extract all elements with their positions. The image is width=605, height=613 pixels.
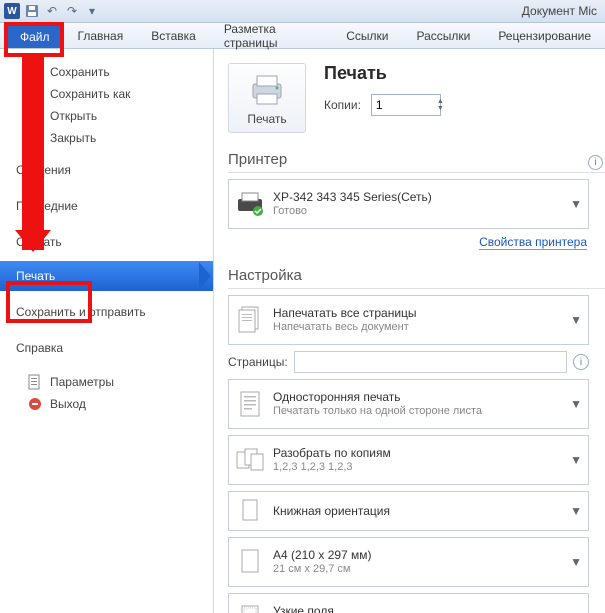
nav-share[interactable]: Сохранить и отправить [0, 297, 213, 327]
nav-exit[interactable]: Выход [0, 393, 213, 415]
print-range-dropdown[interactable]: Напечатать все страницы Напечатать весь … [228, 295, 589, 345]
paper-icon [235, 547, 265, 577]
redo-icon[interactable]: ↷ [64, 3, 80, 19]
ribbon-tabs: Файл Главная Вставка Разметка страницы С… [0, 23, 605, 49]
margins-icon [235, 603, 265, 613]
dd-subtitle: 21 см x 29,7 см [273, 563, 372, 577]
dd-title: Разобрать по копиям [273, 446, 391, 461]
paper-size-dropdown[interactable]: A4 (210 x 297 мм) 21 см x 29,7 см ▼ [228, 537, 589, 587]
save-icon[interactable] [24, 3, 40, 19]
printer-icon [247, 72, 287, 106]
nav-label: Закрыть [50, 131, 96, 145]
quick-access-toolbar: W ↶ ↷ ▾ Документ Mic [0, 0, 605, 23]
chevron-down-icon: ▼ [570, 313, 582, 327]
printer-properties-link[interactable]: Свойства принтера [228, 235, 587, 249]
nav-label: Открыть [50, 109, 97, 123]
chevron-down-icon: ▼ [570, 397, 582, 411]
window-title: Документ Mic [522, 4, 597, 18]
nav-label: Выход [50, 397, 86, 411]
nav-label: Сохранить [50, 65, 110, 79]
printer-name: XP-342 343 345 Series(Сеть) [273, 190, 432, 205]
dd-title: Книжная ориентация [273, 504, 390, 519]
tab-layout[interactable]: Разметка страницы [210, 23, 332, 48]
chevron-down-icon: ▼ [570, 197, 582, 211]
tab-home[interactable]: Главная [64, 23, 138, 48]
dd-subtitle: Печатать только на одной стороне листа [273, 405, 482, 419]
nav-label: Сохранить как [50, 87, 130, 101]
sides-dropdown[interactable]: Односторонняя печать Печатать только на … [228, 379, 589, 429]
info-icon[interactable]: i [573, 354, 589, 370]
info-icon[interactable]: i [588, 155, 603, 170]
tab-review[interactable]: Рецензирование [484, 23, 605, 48]
orientation-dropdown[interactable]: Книжная ориентация ▼ [228, 491, 589, 531]
portrait-icon [235, 496, 265, 526]
nav-help[interactable]: Справка [0, 333, 213, 363]
tab-insert[interactable]: Вставка [137, 23, 210, 48]
margins-dropdown[interactable]: Узкие поля Левое: 1,27 см Правое: 1,27 с… [228, 593, 589, 613]
chevron-down-icon: ▼ [570, 555, 582, 569]
annotation-arrow [22, 53, 44, 250]
undo-icon[interactable]: ↶ [44, 3, 60, 19]
printer-section-heading: Принтер i [228, 151, 605, 173]
dd-subtitle: 1,2,3 1,2,3 1,2,3 [273, 461, 391, 475]
chevron-down-icon: ▼ [570, 504, 582, 518]
tab-file[interactable]: Файл [6, 25, 64, 48]
pages-label: Страницы: [228, 355, 288, 369]
dd-title: A4 (210 x 297 мм) [273, 548, 372, 563]
dd-title: Напечатать все страницы [273, 306, 417, 321]
spinner-icon[interactable]: ▲▼ [437, 98, 444, 112]
chevron-down-icon: ▼ [570, 453, 582, 467]
tab-references[interactable]: Ссылки [332, 23, 402, 48]
nav-label: Параметры [50, 375, 114, 389]
word-app-icon: W [4, 3, 20, 19]
print-button[interactable]: Печать [228, 63, 306, 133]
copies-label: Копии: [324, 98, 361, 112]
print-heading: Печать [324, 63, 444, 84]
dd-subtitle: Напечатать весь документ [273, 321, 417, 335]
exit-icon [27, 396, 43, 412]
settings-section-heading: Настройка [228, 267, 605, 289]
one-sided-icon [235, 389, 265, 419]
dd-title: Узкие поля [273, 604, 433, 613]
print-button-label: Печать [247, 112, 286, 126]
collate-dropdown[interactable]: Разобрать по копиям 1,2,3 1,2,3 1,2,3 ▼ [228, 435, 589, 485]
print-panel: Печать Печать Копии: ▲▼ Принтер i XP-342… [214, 49, 605, 613]
nav-options[interactable]: Параметры [0, 371, 213, 393]
qat-dropdown-icon[interactable]: ▾ [84, 3, 100, 19]
nav-label: Печать [16, 269, 55, 283]
printer-icon [235, 189, 265, 219]
collate-icon [235, 445, 265, 475]
dd-title: Односторонняя печать [273, 390, 482, 405]
pages-input[interactable] [294, 351, 567, 373]
copies-input[interactable] [371, 94, 441, 116]
printer-dropdown[interactable]: XP-342 343 345 Series(Сеть) Готово ▼ [228, 179, 589, 229]
tab-mailings[interactable]: Рассылки [402, 23, 484, 48]
printer-status: Готово [273, 205, 432, 219]
pages-icon [235, 305, 265, 335]
options-icon [27, 374, 43, 390]
